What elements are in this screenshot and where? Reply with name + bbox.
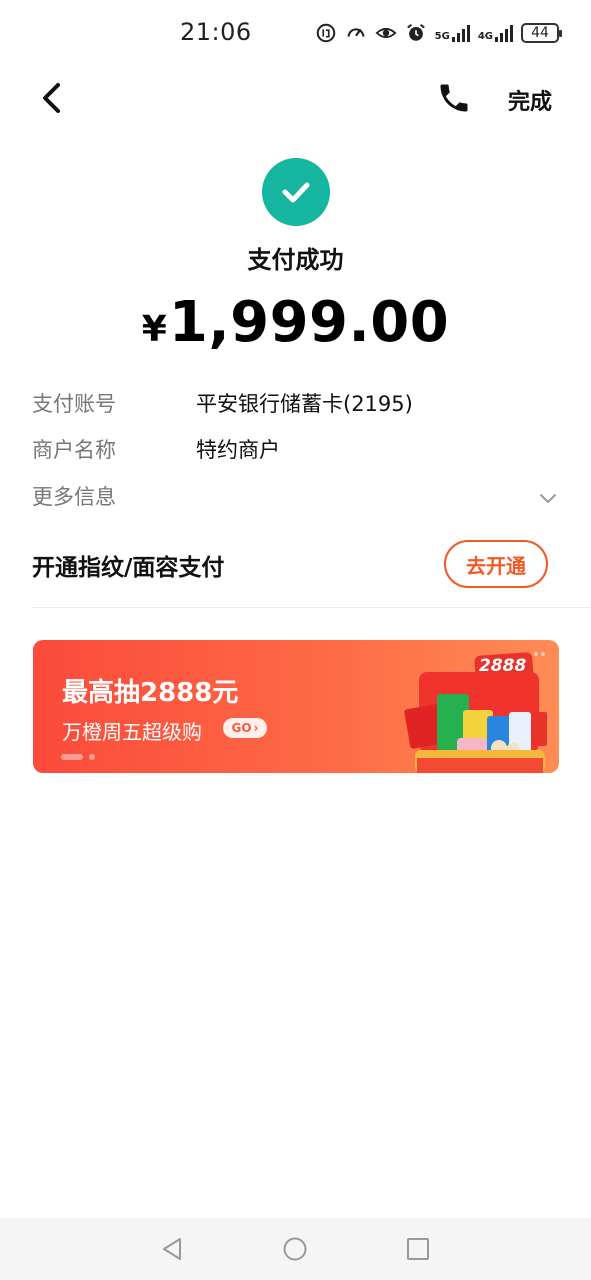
payment-status-title: 支付成功 <box>247 246 344 274</box>
detail-label: 更多信息 <box>32 485 116 509</box>
signal-5g: 5G <box>435 24 470 42</box>
payment-success-screen: 21:06 5G 4G 44 完成 支付成功 ¥1,999.00 支付账号 平安… <box>0 0 591 1280</box>
biometric-pay-title: 开通指纹/面容支付 <box>32 555 225 581</box>
detail-value: 特约商户 <box>196 438 280 462</box>
promo-banner[interactable]: 最高抽2888元 万橙周五超级购 GO › 2888 <box>33 640 559 773</box>
divider <box>32 607 591 608</box>
network-type-2: 4G <box>477 31 493 42</box>
nav-back-icon[interactable] <box>159 1236 185 1262</box>
nav-home-icon[interactable] <box>282 1236 308 1262</box>
more-info-toggle[interactable]: 更多信息 <box>32 481 559 521</box>
check-circle-icon <box>262 158 330 226</box>
battery-level: 44 <box>531 25 549 41</box>
eye-icon <box>375 27 397 39</box>
carousel-dot-active <box>61 754 83 760</box>
system-nav-bar <box>0 1218 591 1280</box>
enable-biometric-button[interactable]: 去开通 <box>444 540 548 588</box>
status-icons: 5G 4G 44 <box>315 20 562 46</box>
gift-basket-icon <box>404 652 547 773</box>
go-label: GO <box>231 721 252 735</box>
battery-icon: 44 <box>521 23 562 43</box>
currency-symbol: ¥ <box>141 309 167 350</box>
signal-bars-icon <box>451 24 470 42</box>
chevron-down-icon <box>540 494 556 503</box>
nav-recents-icon[interactable] <box>405 1236 431 1262</box>
chevron-right-icon: › <box>253 721 259 735</box>
alarm-icon <box>406 23 425 41</box>
data-saver-icon <box>316 23 335 43</box>
detail-row-account: 支付账号 平安银行储蓄卡(2195) <box>32 388 559 428</box>
signal-4g: 4G <box>478 24 513 42</box>
speed-icon <box>347 28 364 37</box>
banner-title: 最高抽2888元 <box>62 678 239 708</box>
network-type-1: 5G <box>434 31 450 42</box>
banner-subtitle: 万橙周五超级购 <box>62 720 202 744</box>
detail-label: 支付账号 <box>32 392 116 416</box>
detail-row-merchant: 商户名称 特约商户 <box>32 434 559 474</box>
done-button[interactable]: 完成 <box>508 84 552 116</box>
banner-go-button[interactable]: GO › <box>223 718 267 738</box>
carousel-indicator <box>61 754 95 760</box>
chevron-left-icon <box>43 83 60 113</box>
payment-amount: ¥1,999.00 <box>0 290 591 355</box>
signal-bars-icon <box>495 24 513 42</box>
checkmark-icon <box>282 182 310 203</box>
prize-badge: 2888 <box>479 656 527 676</box>
call-button[interactable] <box>436 80 472 116</box>
phone-icon <box>440 84 468 112</box>
detail-value: 平安银行储蓄卡(2195) <box>196 392 413 416</box>
carousel-dot <box>89 754 95 760</box>
amount-value: 1,999.00 <box>168 290 450 355</box>
detail-label: 商户名称 <box>32 438 116 462</box>
status-bar: 21:06 5G 4G 44 <box>0 0 591 64</box>
back-button[interactable] <box>36 78 72 118</box>
status-time: 21:06 <box>180 18 252 46</box>
